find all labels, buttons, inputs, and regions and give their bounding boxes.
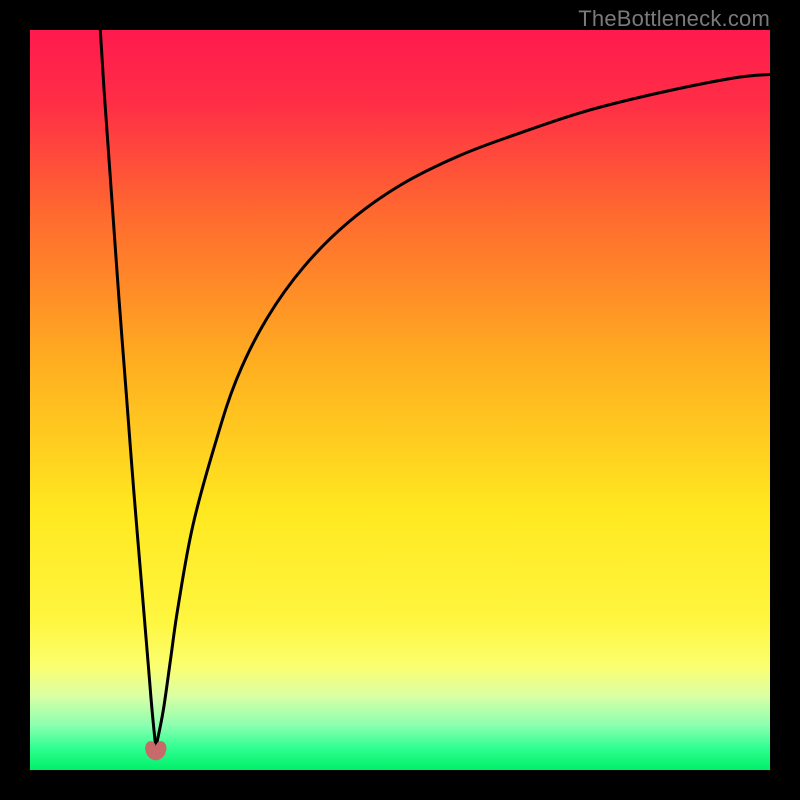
chart-frame: TheBottleneck.com (0, 0, 800, 800)
curve-left-branch (100, 30, 156, 748)
plot-area (30, 30, 770, 770)
curve-right-branch (156, 74, 770, 747)
curve-layer (30, 30, 770, 770)
watermark-text: TheBottleneck.com (578, 6, 770, 32)
